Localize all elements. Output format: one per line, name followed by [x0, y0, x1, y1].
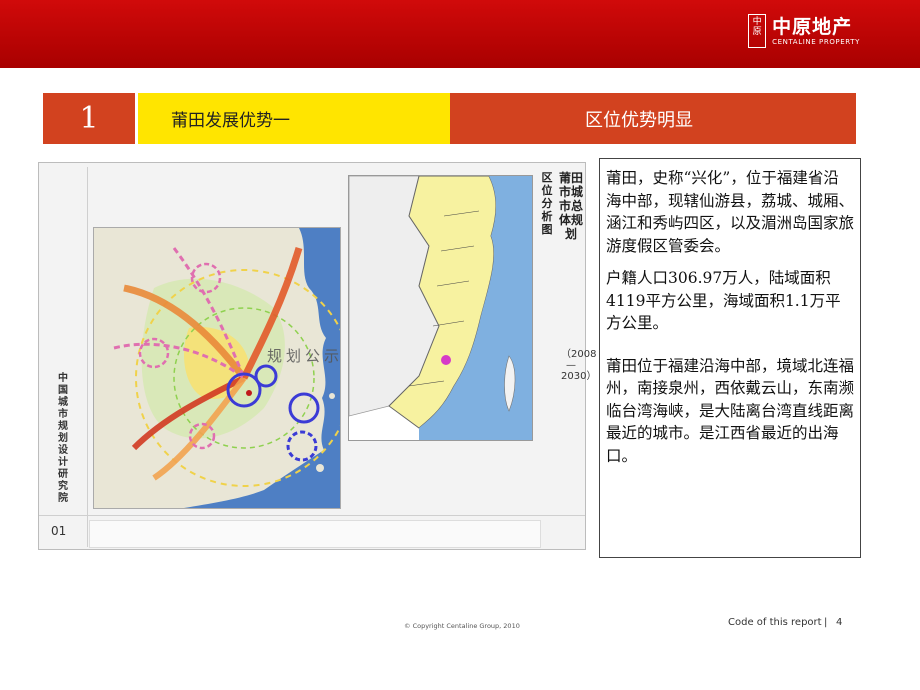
description-paragraph: 户籍人口306.97万人，陆域面积4119平方公里，海域面积1.1万平方公里。 — [606, 269, 841, 332]
regional-map-graphic — [94, 228, 340, 508]
figure-label-column: 中国城市规划设计研究院 — [41, 167, 87, 515]
figure-bottom-row: 01 — [39, 515, 585, 550]
footer-separator: | — [824, 617, 828, 628]
top-banner: 中原 中原地产 CENTALINE PROPERTY — [0, 0, 920, 68]
page-number: 4 — [836, 617, 843, 628]
figure-number: 01 — [51, 524, 67, 538]
figure-years: （2008—2030） — [561, 349, 597, 382]
logo-chinese-name: 中原地产 — [772, 15, 853, 38]
fujian-location-map — [348, 175, 533, 441]
logo-seal: 中原 — [748, 14, 767, 48]
section-title-bar: 1 莆田发展优势一 区位优势明显 — [43, 93, 856, 144]
regional-location-map — [93, 227, 341, 509]
section-title: 莆田发展优势一 — [138, 93, 450, 144]
description-panel: 莆田，史称“兴化”，位于福建省沿海中部，现辖仙游县，荔城、城厢、涵江和秀屿四区，… — [599, 158, 861, 558]
fujian-map-graphic — [349, 176, 532, 440]
figure-watermark: 规划公示 — [267, 347, 344, 365]
description-paragraph: 莆田位于福建沿海中部，境域北连福州，南接泉州，西依戴云山，东南濒临台湾海峡，是大… — [606, 356, 855, 465]
description-paragraph: 莆田，史称“兴化”，位于福建省沿海中部，现辖仙游县，荔城、城厢、涵江和秀屿四区，… — [606, 169, 855, 255]
section-number: 1 — [43, 93, 135, 144]
institute-label: 中国城市规划设计研究院 — [58, 373, 68, 504]
figure-title: 莆田市城市总体规划 — [559, 171, 584, 241]
company-logo: 中原 中原地产 CENTALINE PROPERTY — [748, 14, 860, 48]
planning-map-figure: 中国城市规划设计研究院 规划公示 区位分析图 莆田市城市总体规划 （2008—2… — [38, 162, 597, 550]
figure-subtitle: 区位分析图 — [541, 171, 553, 236]
copyright-notice: © Copyright Centaline Group, 2010 — [404, 622, 520, 630]
section-subtitle: 区位优势明显 — [450, 93, 856, 144]
report-code-label: Code of this report — [728, 617, 822, 628]
logo-english-name: CENTALINE PROPERTY — [772, 37, 860, 46]
